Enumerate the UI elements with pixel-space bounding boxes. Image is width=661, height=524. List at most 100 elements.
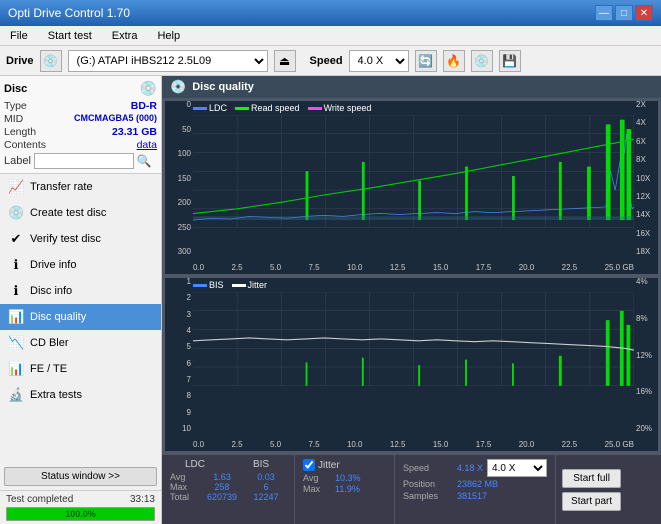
start-part-button[interactable]: Start part xyxy=(562,492,621,511)
menu-start-test[interactable]: Start test xyxy=(42,29,98,43)
nav-extra-tests-label: Extra tests xyxy=(30,389,82,401)
drive-icon-btn: 💿 xyxy=(40,50,62,72)
legend-read-speed: Read speed xyxy=(235,103,300,113)
status-window-button[interactable]: Status window >> xyxy=(4,467,157,486)
nav-disc-info[interactable]: ℹ Disc info xyxy=(0,278,161,304)
top-chart-svg xyxy=(193,115,634,228)
disc-label-input[interactable] xyxy=(34,153,134,169)
nav-disc-quality[interactable]: 📊 Disc quality xyxy=(0,304,161,330)
bis-max: 6 xyxy=(246,482,286,492)
progress-bar-inner: 100.0% xyxy=(7,508,154,520)
drive-label: Drive xyxy=(6,55,34,67)
ldc-header: LDC xyxy=(175,459,215,470)
speed-select-drive[interactable]: 4.0 X xyxy=(349,50,409,72)
window-controls: — □ ✕ xyxy=(595,5,653,21)
ldc-bis-stats: LDC BIS Avg 1.63 0.03 Max 258 6 Total 62… xyxy=(162,455,295,524)
ldc-avg: 1.63 xyxy=(202,472,242,482)
refresh-button[interactable]: 🔄 xyxy=(415,50,437,72)
elapsed-time: 33:13 xyxy=(130,494,155,505)
nav-transfer-rate-label: Transfer rate xyxy=(30,181,93,193)
chart-header-icon: 💿 xyxy=(170,79,186,95)
disc-mid-label: MID xyxy=(4,113,23,125)
legend-read-speed-label: Read speed xyxy=(251,103,300,113)
legend-ldc-color xyxy=(193,107,207,110)
menu-extra[interactable]: Extra xyxy=(106,29,144,43)
disc-contents-label: Contents xyxy=(4,139,46,151)
menu-file[interactable]: File xyxy=(4,29,34,43)
top-chart-x-axis: 0.0 2.5 5.0 7.5 10.0 12.5 15.0 17.5 20.0… xyxy=(193,264,634,272)
chart-title: Disc quality xyxy=(192,81,254,93)
avg-label: Avg xyxy=(170,472,198,482)
max-label: Max xyxy=(170,482,198,492)
nav-extra-tests[interactable]: 🔬 Extra tests xyxy=(0,382,161,408)
disc-info-icon: ℹ xyxy=(8,283,24,299)
disc-contents-value[interactable]: data xyxy=(137,139,157,151)
legend-write-speed-color xyxy=(308,107,322,110)
nav-verify-test-disc[interactable]: ✔ Verify test disc xyxy=(0,226,161,252)
charts-container: LDC Read speed Write speed 300 250 200 xyxy=(162,98,661,454)
legend-ldc-label: LDC xyxy=(209,103,227,113)
disc-label-icon[interactable]: 🔍 xyxy=(137,154,152,168)
drive-info-icon: ℹ xyxy=(8,257,24,273)
nav-create-test-disc-label: Create test disc xyxy=(30,207,106,219)
drive-bar: Drive 💿 (G:) ATAPI iHBS212 2.5L09 ⏏ Spee… xyxy=(0,46,661,76)
jitter-avg: 10.3% xyxy=(335,473,361,483)
progress-bar-outer: 100.0% xyxy=(6,507,155,521)
disc-panel-title: Disc xyxy=(4,83,27,95)
ldc-max: 258 xyxy=(202,482,242,492)
legend-read-speed-color xyxy=(235,107,249,110)
disc-button[interactable]: 💿 xyxy=(471,50,493,72)
burn-button[interactable]: 🔥 xyxy=(443,50,465,72)
drive-select[interactable]: (G:) ATAPI iHBS212 2.5L09 xyxy=(68,50,268,72)
app-title: Opti Drive Control 1.70 xyxy=(8,6,130,20)
position-value: 23862 MB xyxy=(457,479,498,489)
main-content: 💿 Disc quality LDC Read speed xyxy=(162,76,661,524)
nav-cd-bler-label: CD Bler xyxy=(30,337,69,349)
close-button[interactable]: ✕ xyxy=(635,5,653,21)
speed-select-stats[interactable]: 4.0 X xyxy=(487,459,547,477)
top-chart: LDC Read speed Write speed 300 250 200 xyxy=(164,100,659,275)
legend-bis: BIS xyxy=(193,280,224,290)
legend-jitter-color xyxy=(232,284,246,287)
maximize-button[interactable]: □ xyxy=(615,5,633,21)
total-label: Total xyxy=(170,492,198,502)
position-key: Position xyxy=(403,479,453,489)
nav-create-test-disc[interactable]: 💿 Create test disc xyxy=(0,200,161,226)
jitter-stats: Jitter Avg 10.3% Max 11.9% xyxy=(295,455,395,524)
jitter-checkbox[interactable] xyxy=(303,459,315,471)
create-test-disc-icon: 💿 xyxy=(8,205,24,221)
jitter-max-label: Max xyxy=(303,484,331,494)
disc-label-label: Label xyxy=(4,155,31,167)
eject-button[interactable]: ⏏ xyxy=(274,50,296,72)
top-chart-legend: LDC Read speed Write speed xyxy=(193,103,371,113)
menu-bar: File Start test Extra Help xyxy=(0,26,661,46)
legend-write-speed: Write speed xyxy=(308,103,372,113)
nav-verify-test-disc-label: Verify test disc xyxy=(30,233,101,245)
disc-mid-value: CMCMAGBA5 (000) xyxy=(74,113,157,125)
bis-total: 12247 xyxy=(246,492,286,502)
disc-type-value: BD-R xyxy=(131,100,157,112)
jitter-max: 11.9% xyxy=(335,484,360,494)
nav-cd-bler[interactable]: 📉 CD Bler xyxy=(0,330,161,356)
nav-items: 📈 Transfer rate 💿 Create test disc ✔ Ver… xyxy=(0,174,161,463)
minimize-button[interactable]: — xyxy=(595,5,613,21)
start-full-button[interactable]: Start full xyxy=(562,469,621,488)
menu-help[interactable]: Help xyxy=(151,29,186,43)
nav-drive-info-label: Drive info xyxy=(30,259,76,271)
progress-label: 100.0% xyxy=(65,509,96,519)
disc-type-label: Type xyxy=(4,100,27,112)
verify-test-disc-icon: ✔ xyxy=(8,231,24,247)
nav-drive-info[interactable]: ℹ Drive info xyxy=(0,252,161,278)
bottom-chart-x-axis: 0.0 2.5 5.0 7.5 10.0 12.5 15.0 17.5 20.0… xyxy=(193,441,634,449)
ldc-total: 620739 xyxy=(202,492,242,502)
save-button[interactable]: 💾 xyxy=(499,50,521,72)
legend-bis-color xyxy=(193,284,207,287)
speed-value: 4.18 X xyxy=(457,463,483,473)
bottom-chart-svg xyxy=(193,292,634,386)
legend-bis-label: BIS xyxy=(209,280,224,290)
disc-quality-icon: 📊 xyxy=(8,309,24,325)
nav-transfer-rate[interactable]: 📈 Transfer rate xyxy=(0,174,161,200)
jitter-label: Jitter xyxy=(318,460,340,471)
nav-fe-te[interactable]: 📊 FE / TE xyxy=(0,356,161,382)
top-chart-y-axis-left: 300 250 200 150 100 50 0 xyxy=(165,101,193,256)
